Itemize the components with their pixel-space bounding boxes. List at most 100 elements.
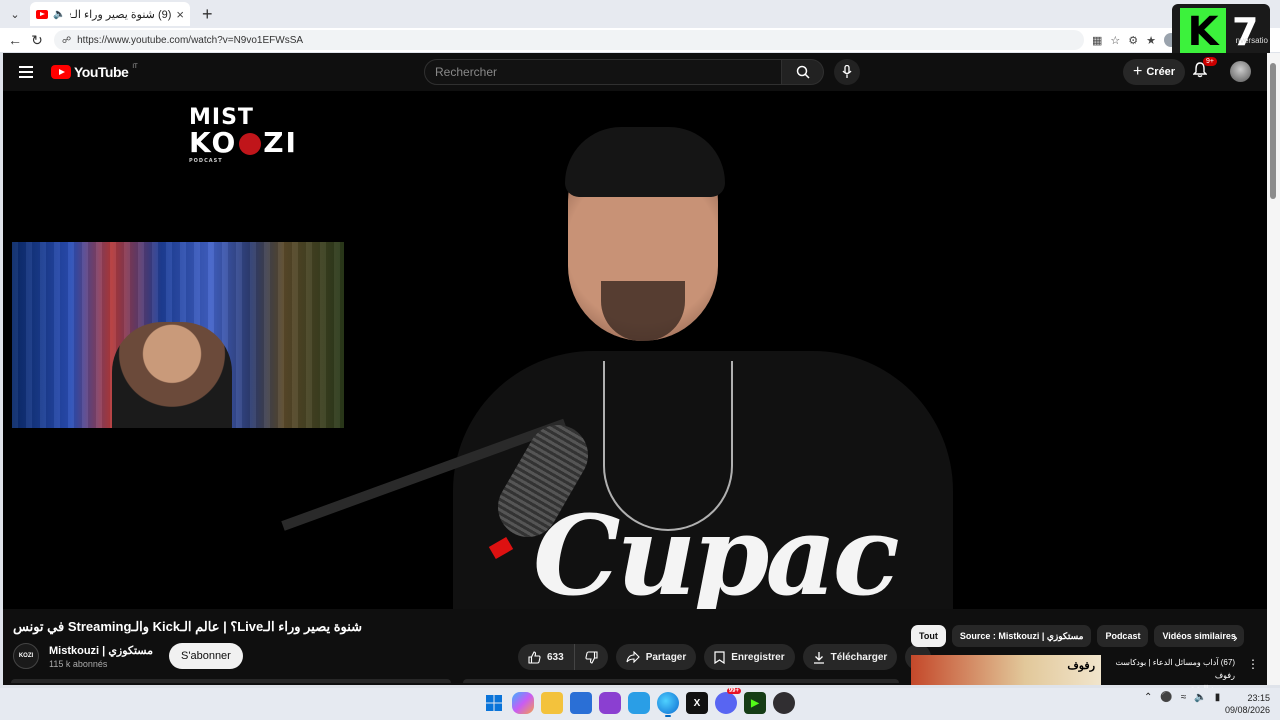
- streaming-app-icon[interactable]: ▶: [744, 692, 766, 714]
- share-icon: [626, 651, 640, 663]
- notifications-button[interactable]: 9+: [1192, 57, 1217, 83]
- tab-title: (9) شنوة يصير وراء الـLive؟ | عا...: [70, 8, 172, 21]
- dislike-button[interactable]: [574, 644, 608, 670]
- download-icon: [813, 651, 824, 664]
- overlay-k-letter: K: [1180, 8, 1226, 56]
- browser-toolbar: ← ↻ ☍ https://www.youtube.com/watch?v=N9…: [0, 28, 1280, 52]
- recommendation-menu-icon[interactable]: ⋮: [1247, 657, 1259, 671]
- video-actions: 633 Partager Enregistrer Télécharger •••: [518, 644, 932, 670]
- site-info-icon[interactable]: ☍: [62, 35, 71, 46]
- podcast-brand-logo: MIST KO ZI PODCAST: [189, 107, 298, 164]
- streamer-figure: [112, 322, 232, 428]
- overlay-number: 7: [1232, 10, 1259, 54]
- search-bar: [424, 59, 860, 85]
- channel-name[interactable]: Mistkouzi | مستكوزي: [49, 644, 153, 657]
- chip-all[interactable]: Tout: [911, 625, 946, 647]
- chips-next-chevron-icon[interactable]: ›: [1233, 629, 1238, 645]
- discord-icon[interactable]: 99+: [715, 688, 741, 714]
- clock-date: 09/08/2026: [1224, 705, 1270, 715]
- volume-icon[interactable]: 🔈: [1194, 692, 1206, 703]
- search-button[interactable]: [782, 59, 824, 85]
- taskbar-clock[interactable]: 23:15 09/08/2026: [1222, 692, 1270, 716]
- favorite-star-icon[interactable]: ☆: [1110, 34, 1120, 47]
- chip-podcast[interactable]: Podcast: [1097, 625, 1149, 647]
- download-button[interactable]: Télécharger: [802, 644, 898, 670]
- search-input[interactable]: [424, 59, 782, 85]
- video-player[interactable]: MIST KO ZI PODCAST Cupac: [3, 91, 1267, 609]
- wifi-icon[interactable]: ≈: [1181, 692, 1187, 703]
- tab-close-button[interactable]: ×: [176, 7, 184, 22]
- streamer-webcam-overlay: [12, 242, 344, 428]
- new-tab-button[interactable]: +: [202, 4, 213, 25]
- plus-icon: +: [1133, 63, 1143, 80]
- account-avatar[interactable]: [1230, 61, 1251, 82]
- brand-mic-icon: [239, 133, 262, 155]
- tray-mic-icon[interactable]: ⚫: [1160, 692, 1172, 703]
- tab-list-chevron-icon[interactable]: ⌄: [4, 3, 26, 25]
- recommendation-chips: Tout Source : Mistkouzi | مستكوزي Podcas…: [911, 625, 1267, 647]
- save-button[interactable]: Enregistrer: [704, 644, 795, 670]
- video-title: شنوة يصير وراء الـLive؟ | عالم الـKick و…: [13, 619, 363, 634]
- system-tray: ⌃ ⚫ ≈ 🔈 ▮: [1144, 692, 1220, 703]
- windows-taskbar: X 99+ ▶ ⌃ ⚫ ≈ 🔈 ▮ 23:15 09/08/2026: [0, 688, 1280, 720]
- youtube-favicon-icon: [36, 9, 48, 19]
- create-label: Créer: [1146, 66, 1176, 78]
- region-code: IT: [132, 64, 138, 70]
- edge-browser-icon[interactable]: [657, 692, 679, 717]
- stream-overlay-logo: K 7 nversatio: [1172, 4, 1270, 60]
- address-bar[interactable]: ☍ https://www.youtube.com/watch?v=N9vo1E…: [54, 30, 1084, 50]
- obs-icon[interactable]: [773, 692, 795, 714]
- brand-logo-sub: PODCAST: [189, 158, 223, 164]
- reload-icon[interactable]: ↻: [26, 32, 48, 49]
- brand-logo-part-a: KO: [189, 126, 238, 159]
- host-cap: [565, 127, 725, 197]
- back-arrow-icon[interactable]: ←: [4, 32, 26, 48]
- chip-similar-videos[interactable]: Vidéos similaires: [1154, 625, 1244, 647]
- share-label: Partager: [645, 651, 687, 663]
- subscribe-button[interactable]: S'abonner: [169, 643, 243, 669]
- file-explorer-icon[interactable]: [541, 692, 563, 714]
- channel-avatar[interactable]: KOZI: [13, 643, 39, 669]
- recommendation-thumb-text: رفوف: [1067, 660, 1095, 672]
- chip-source[interactable]: Source : Mistkouzi | مستكوزي: [951, 625, 1092, 647]
- voice-search-button[interactable]: [834, 59, 860, 85]
- overlay-side-text: nversatio: [1235, 36, 1268, 45]
- like-count: 633: [547, 651, 564, 663]
- microphone-icon: [842, 65, 852, 78]
- battery-icon[interactable]: ▮: [1215, 692, 1221, 703]
- subscriber-count: 115 k abonnés: [49, 658, 108, 669]
- app-x-icon[interactable]: X: [686, 692, 708, 714]
- hamburger-menu-icon[interactable]: [19, 66, 33, 78]
- bookmark-icon: [714, 650, 725, 664]
- shirt-print: Cupac: [533, 491, 900, 609]
- clock-time: 23:15: [1247, 693, 1270, 703]
- page-scrollbar[interactable]: [1267, 53, 1280, 685]
- brand-logo-line2: KO ZI: [189, 129, 298, 157]
- cloud-app-icon[interactable]: [628, 692, 650, 714]
- youtube-logo[interactable]: YouTube IT: [51, 64, 138, 80]
- copilot-icon[interactable]: [512, 692, 534, 714]
- favorites-collection-icon[interactable]: ★: [1146, 34, 1156, 47]
- url-text[interactable]: https://www.youtube.com/watch?v=N9vo1EFW…: [77, 35, 303, 46]
- tray-chevron-icon[interactable]: ⌃: [1144, 692, 1152, 703]
- scrollbar-thumb[interactable]: [1270, 63, 1276, 199]
- share-button[interactable]: Partager: [615, 644, 697, 670]
- media-app-icon[interactable]: [599, 692, 621, 714]
- like-button[interactable]: 633: [518, 644, 575, 670]
- speaker-icon[interactable]: 🔈: [53, 9, 65, 20]
- youtube-header: YouTube IT + Créer 9+: [3, 53, 1267, 91]
- youtube-page: YouTube IT + Créer 9+ MIST KOZI: [3, 53, 1267, 693]
- create-button[interactable]: + Créer: [1123, 59, 1186, 85]
- brand-logo-part-b: ZI: [263, 126, 298, 159]
- store-icon[interactable]: [570, 692, 592, 714]
- extensions-icon[interactable]: ⚙: [1128, 34, 1138, 47]
- windows-start-icon[interactable]: [483, 692, 505, 714]
- notification-badge: 9+: [1203, 57, 1217, 66]
- discord-badge: 99+: [726, 688, 741, 694]
- browser-tab-active[interactable]: 🔈 (9) شنوة يصير وراء الـLive؟ | عا... ×: [30, 2, 190, 26]
- video-host-figure: Cupac: [453, 127, 953, 609]
- app-available-icon[interactable]: ▦: [1092, 34, 1102, 47]
- youtube-wordmark: YouTube: [74, 64, 129, 80]
- thumbs-down-icon: [585, 650, 598, 664]
- channel-row: KOZI Mistkouzi | مستكوزي 115 k abonnés S…: [13, 643, 243, 669]
